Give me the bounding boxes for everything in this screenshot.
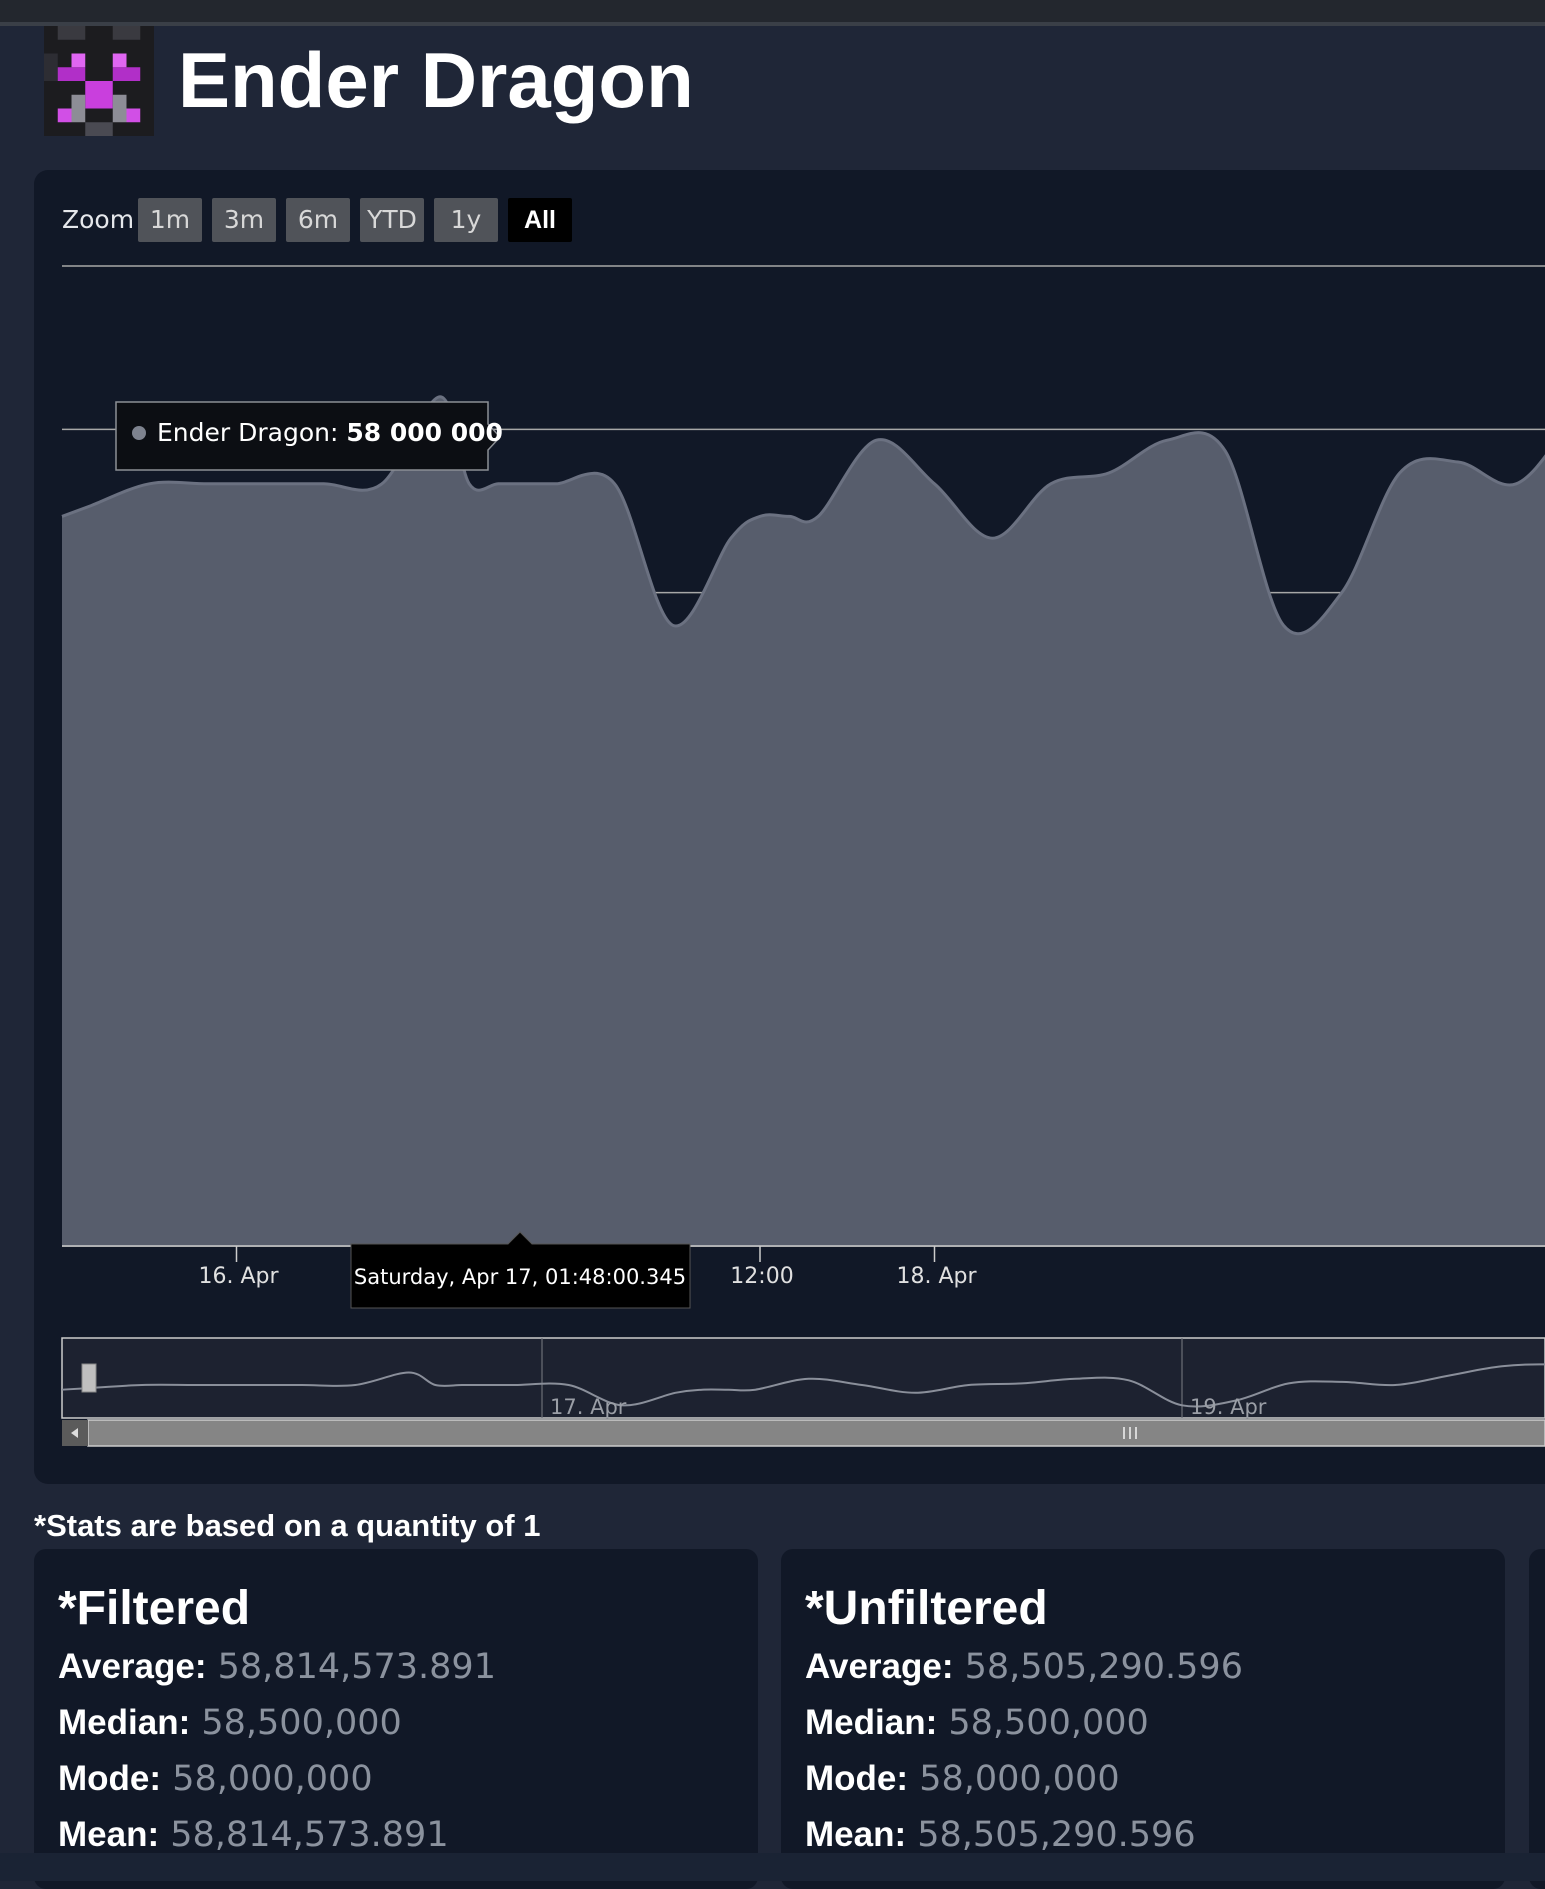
stat-label: Mean: — [58, 1815, 160, 1854]
filtered-average-row: Average: 58,814,573.891 — [58, 1645, 496, 1689]
navigator-left-handle[interactable] — [81, 1363, 97, 1393]
unfiltered-stats-card: *Unfiltered Average: 58,505,290.596 Medi… — [781, 1549, 1505, 1889]
stat-label: Mode: — [805, 1759, 909, 1798]
stat-label: Mode: — [58, 1759, 162, 1798]
stat-label: Mean: — [805, 1815, 907, 1854]
tooltip-text: Ender Dragon: 58 000 000 — [157, 418, 503, 447]
filtered-stats-title: *Filtered — [58, 1582, 251, 1635]
stat-label: Median: — [805, 1703, 938, 1742]
filtered-median-row: Median: 58,500,000 — [58, 1701, 402, 1745]
navigator-tick-label: 19. Apr — [1190, 1395, 1267, 1419]
filtered-mode-row: Mode: 58,000,000 — [58, 1757, 373, 1801]
stat-label: Average: — [58, 1647, 207, 1686]
unfiltered-median-row: Median: 58,500,000 — [805, 1701, 1149, 1745]
series-tooltip: Ender Dragon: 58 000 000 — [115, 401, 503, 471]
bottom-bar — [0, 1853, 1545, 1881]
unfiltered-mean-row: Mean: 58,505,290.596 — [805, 1813, 1196, 1857]
stats-note: *Stats are based on a quantity of 1 — [34, 1508, 541, 1543]
stat-label: Median: — [58, 1703, 191, 1742]
third-stats-card — [1529, 1549, 1545, 1889]
stat-value: 58,000,000 — [172, 1759, 373, 1799]
stat-value: 58,814,573.891 — [217, 1647, 496, 1687]
price-area-chart[interactable]: 16. Apr12:0018. Apr20. Apr22. Apr 17. Ap… — [0, 0, 1545, 1500]
unfiltered-mode-row: Mode: 58,000,000 — [805, 1757, 1120, 1801]
stat-value: 58,505,290.596 — [964, 1647, 1243, 1687]
x-tick-label: 18. Apr — [896, 1264, 977, 1289]
date-tooltip-text: Saturday, Apr 17, 01:48:00.345 — [354, 1265, 686, 1289]
tooltip-series-dot — [132, 426, 146, 440]
filtered-stats-card: *Filtered Average: 58,814,573.891 Median… — [34, 1549, 758, 1889]
filtered-mean-row: Mean: 58,814,573.891 — [58, 1813, 449, 1857]
unfiltered-stats-title: *Unfiltered — [805, 1582, 1048, 1635]
x-tick-label: 16. Apr — [198, 1264, 279, 1289]
scrollbar-track[interactable] — [87, 1419, 1545, 1447]
stat-value: 58,000,000 — [919, 1759, 1120, 1799]
stat-value: 58,814,573.891 — [170, 1815, 449, 1855]
stat-label: Average: — [805, 1647, 954, 1686]
stat-value: 58,505,290.596 — [917, 1815, 1196, 1855]
tooltip-series-name: Ender Dragon — [157, 418, 330, 447]
tooltip-value: 58 000 000 — [346, 418, 503, 447]
navigator-window — [61, 1337, 1545, 1419]
price-area — [62, 396, 1545, 1246]
stat-value: 58,500,000 — [201, 1703, 402, 1743]
unfiltered-average-row: Average: 58,505,290.596 — [805, 1645, 1243, 1689]
tooltip-separator: : — [330, 418, 346, 447]
stat-value: 58,500,000 — [948, 1703, 1149, 1743]
x-tick-label: 12:00 — [730, 1264, 793, 1289]
navigator-tick-label: 17. Apr — [550, 1395, 627, 1419]
navigator[interactable]: 17. Apr19. Apr22. Apr — [61, 1337, 1545, 1447]
